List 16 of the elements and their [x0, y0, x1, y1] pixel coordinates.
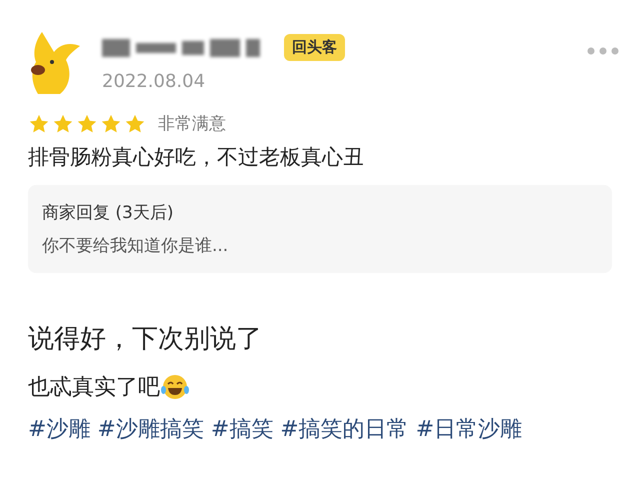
post-text: 说得好，下次别说了: [28, 323, 262, 356]
returning-customer-badge: 回头客: [284, 34, 345, 61]
star-icon: [76, 112, 98, 134]
hashtag-text: #沙雕 #沙雕搞笑 #搞笑 #搞笑的日常 #日常沙雕: [28, 416, 524, 444]
review-date: 2022.08.04: [102, 71, 206, 92]
laughing-emoji-icon: [160, 373, 190, 401]
star-icon: [28, 112, 50, 134]
rating-label: 非常满意: [158, 113, 226, 135]
star-icon: [100, 112, 122, 134]
star-icon: [52, 112, 74, 134]
star-icon: [124, 112, 146, 134]
post-text: 也忒真实了吧: [28, 374, 160, 402]
more-options-icon[interactable]: [586, 46, 620, 56]
review-text: 排骨肠粉真心好吃，不过老板真心丑: [27, 144, 365, 171]
reply-text: 你不要给我知道你是谁...: [42, 235, 230, 257]
reply-title: 商家回复 (3天后): [42, 202, 174, 224]
